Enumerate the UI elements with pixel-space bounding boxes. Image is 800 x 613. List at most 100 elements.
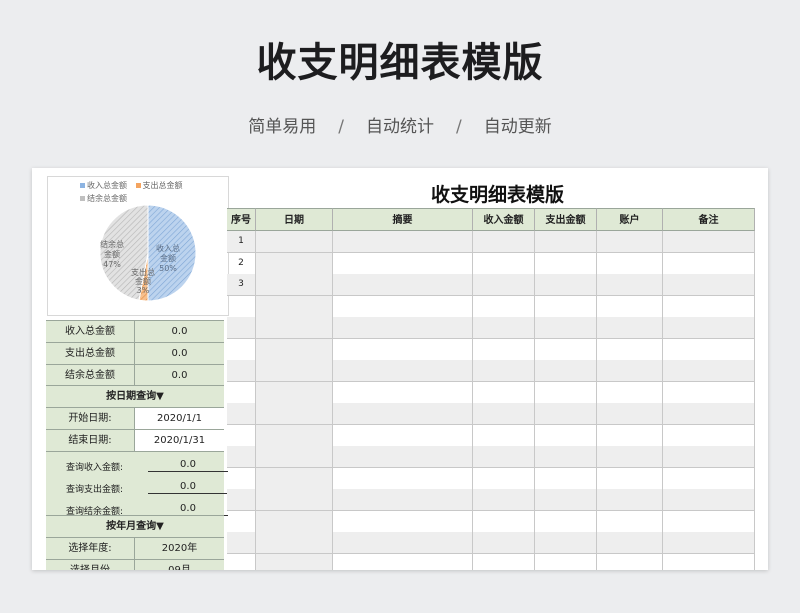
table-cell[interactable]: [663, 467, 755, 489]
col-header-index[interactable]: 序号: [227, 208, 256, 231]
table-cell[interactable]: [535, 489, 597, 510]
pie-chart[interactable]: 收入总金额 支出总金额 结余总金额 收入总金额 50% 结余总金额 47% 支出…: [47, 176, 229, 316]
table-cell[interactable]: [256, 338, 333, 360]
table-cell[interactable]: [473, 252, 535, 274]
table-cell[interactable]: [597, 338, 663, 360]
table-cell[interactable]: [227, 424, 256, 446]
table-cell[interactable]: [663, 231, 755, 252]
table-cell[interactable]: [256, 446, 333, 467]
table-cell[interactable]: [473, 231, 535, 252]
table-cell[interactable]: [256, 274, 333, 295]
table-cell[interactable]: [473, 510, 535, 532]
table-cell[interactable]: [227, 317, 256, 338]
table-cell[interactable]: [535, 467, 597, 489]
table-cell[interactable]: [663, 295, 755, 317]
table-cell[interactable]: [473, 274, 535, 295]
table-cell[interactable]: [535, 532, 597, 553]
table-cell[interactable]: [256, 231, 333, 252]
table-cell[interactable]: [333, 553, 473, 570]
table-cell[interactable]: [535, 424, 597, 446]
table-cell[interactable]: [535, 252, 597, 274]
table-cell[interactable]: [333, 360, 473, 381]
table-cell[interactable]: [333, 231, 473, 252]
table-cell[interactable]: [663, 510, 755, 532]
table-cell[interactable]: [663, 553, 755, 570]
table-cell[interactable]: [333, 532, 473, 553]
start-date-input[interactable]: 2020/1/1: [135, 408, 224, 429]
balance-total-value[interactable]: 0.0: [135, 365, 224, 386]
table-cell[interactable]: [597, 252, 663, 274]
table-cell[interactable]: [535, 274, 597, 295]
table-cell[interactable]: [256, 467, 333, 489]
table-cell[interactable]: [256, 553, 333, 570]
table-cell[interactable]: [663, 424, 755, 446]
col-header-date[interactable]: 日期: [256, 208, 333, 231]
month-query-dropdown[interactable]: 按年月查询▼: [46, 515, 224, 537]
table-cell[interactable]: [663, 532, 755, 553]
table-cell[interactable]: [227, 532, 256, 553]
table-cell[interactable]: 2: [227, 252, 256, 274]
table-cell[interactable]: [227, 338, 256, 360]
table-cell[interactable]: [333, 424, 473, 446]
table-cell[interactable]: [473, 317, 535, 338]
table-cell[interactable]: [333, 489, 473, 510]
table-cell[interactable]: [227, 467, 256, 489]
table-cell[interactable]: [473, 467, 535, 489]
table-cell[interactable]: [663, 274, 755, 295]
table-cell[interactable]: [597, 424, 663, 446]
col-header-account[interactable]: 账户: [597, 208, 663, 231]
table-cell[interactable]: [597, 317, 663, 338]
table-cell[interactable]: [597, 553, 663, 570]
table-cell[interactable]: [597, 403, 663, 424]
table-cell[interactable]: 3: [227, 274, 256, 295]
year-select[interactable]: 2020年: [135, 538, 224, 559]
pie-slice-income[interactable]: [147, 204, 197, 302]
table-cell[interactable]: [663, 360, 755, 381]
table-cell[interactable]: [227, 510, 256, 532]
col-header-expense[interactable]: 支出金额: [535, 208, 597, 231]
table-cell[interactable]: [333, 295, 473, 317]
table-cell[interactable]: [256, 295, 333, 317]
table-cell[interactable]: [256, 424, 333, 446]
table-cell[interactable]: [473, 403, 535, 424]
table-cell[interactable]: [256, 252, 333, 274]
table-cell[interactable]: [663, 252, 755, 274]
expense-total-value[interactable]: 0.0: [135, 343, 224, 364]
table-cell[interactable]: [227, 446, 256, 467]
table-cell[interactable]: [333, 252, 473, 274]
table-cell[interactable]: [535, 403, 597, 424]
col-header-notes[interactable]: 备注: [663, 208, 755, 231]
table-cell[interactable]: [256, 510, 333, 532]
end-date-input[interactable]: 2020/1/31: [135, 430, 224, 451]
table-cell[interactable]: [333, 510, 473, 532]
table-cell[interactable]: [597, 295, 663, 317]
col-header-summary[interactable]: 摘要: [333, 208, 473, 231]
table-cell[interactable]: [535, 295, 597, 317]
table-cell[interactable]: [256, 489, 333, 510]
table-cell[interactable]: [663, 446, 755, 467]
table-cell[interactable]: [333, 274, 473, 295]
table-cell[interactable]: [535, 317, 597, 338]
table-cell[interactable]: [597, 360, 663, 381]
table-cell[interactable]: [597, 231, 663, 252]
table-cell[interactable]: [663, 403, 755, 424]
table-cell[interactable]: [535, 510, 597, 532]
table-cell[interactable]: [473, 338, 535, 360]
table-cell[interactable]: [473, 295, 535, 317]
table-cell[interactable]: [473, 424, 535, 446]
table-cell[interactable]: [597, 510, 663, 532]
table-cell[interactable]: [663, 489, 755, 510]
table-cell[interactable]: [473, 360, 535, 381]
table-cell[interactable]: [535, 446, 597, 467]
table-cell[interactable]: [256, 532, 333, 553]
table-cell[interactable]: [333, 446, 473, 467]
table-cell[interactable]: [227, 360, 256, 381]
table-cell[interactable]: [473, 446, 535, 467]
table-cell[interactable]: [663, 317, 755, 338]
table-cell[interactable]: [256, 381, 333, 403]
table-cell[interactable]: [597, 446, 663, 467]
table-cell[interactable]: [227, 381, 256, 403]
table-cell[interactable]: [597, 467, 663, 489]
table-cell[interactable]: [473, 381, 535, 403]
table-cell[interactable]: [597, 532, 663, 553]
